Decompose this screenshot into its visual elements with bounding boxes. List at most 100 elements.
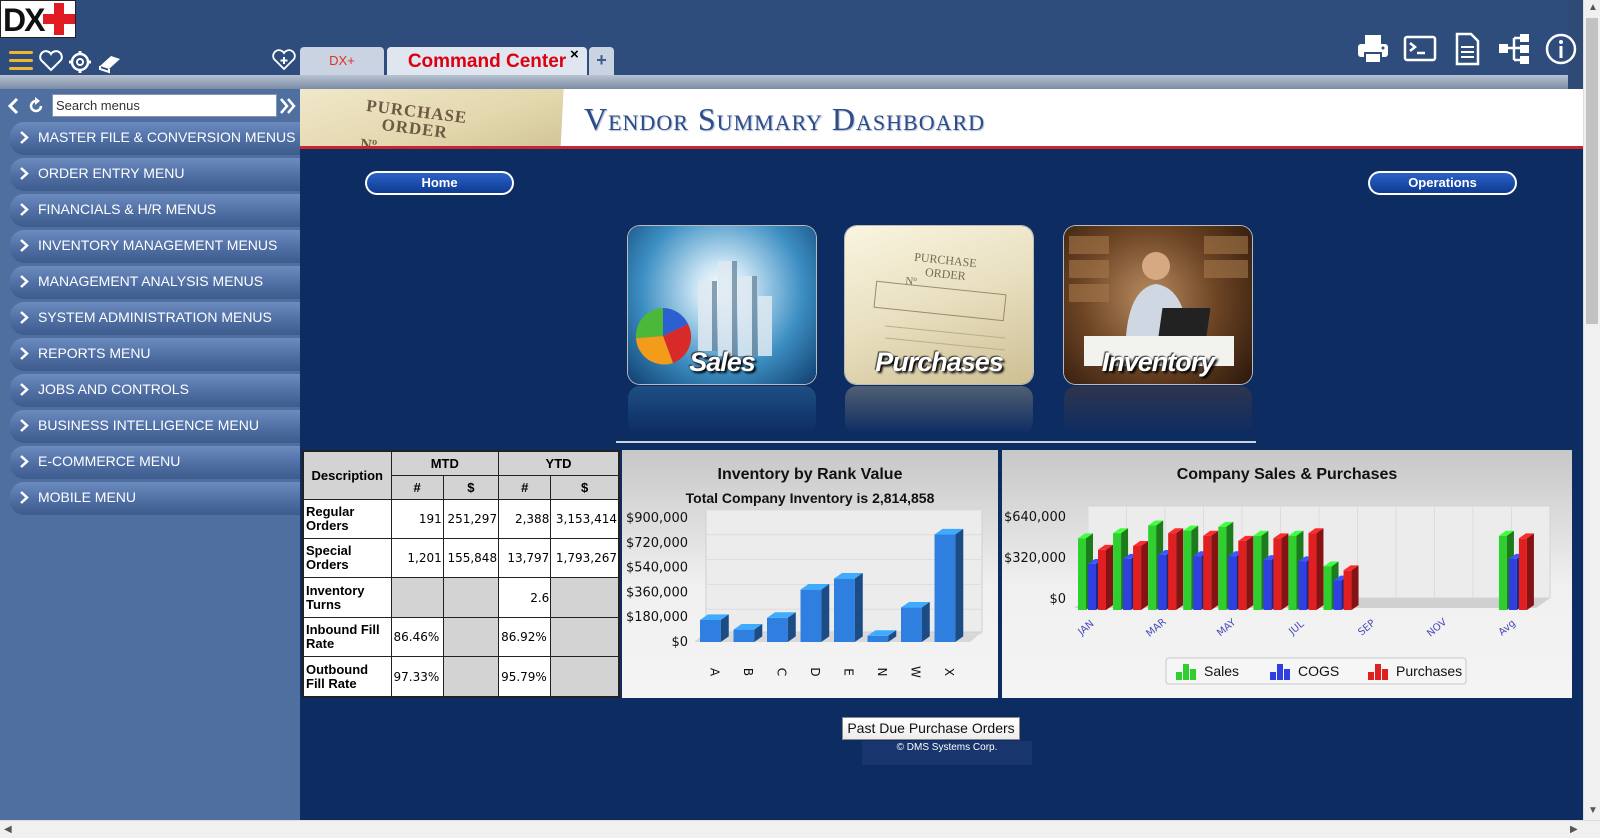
sidebar-menu-item[interactable]: MASTER FILE & CONVERSION MENUS <box>10 122 300 155</box>
mtd-count-cell: 97.33% <box>390 656 444 698</box>
x-tick-label: Avg <box>1497 618 1518 638</box>
scroll-up-arrow-icon[interactable]: ▲ <box>1588 2 1598 13</box>
operations-button[interactable]: Operations <box>1368 171 1517 195</box>
book-icon[interactable] <box>97 48 123 74</box>
add-tab-button[interactable]: + <box>589 47 614 75</box>
sidebar-menu-label: MASTER FILE & CONVERSION MENUS <box>38 129 296 145</box>
inventory-tile[interactable]: Inventory <box>1064 226 1252 384</box>
tab-dx-plus[interactable]: DX+ <box>300 47 384 75</box>
ytd-amount-cell <box>550 656 620 698</box>
sidebar-menu-label: MANAGEMENT ANALYSIS MENUS <box>38 273 264 289</box>
row-description: Special Orders <box>302 537 392 579</box>
mtd-count-cell: 191 <box>390 498 444 539</box>
sidebar-menu-label: MOBILE MENU <box>38 489 137 505</box>
tab-command-center[interactable]: Command Center <box>387 47 587 75</box>
sidebar-menu-item[interactable]: MANAGEMENT ANALYSIS MENUS <box>10 266 300 299</box>
ytd-count-cell: 95.79% <box>498 656 552 698</box>
header-ytd-count: # <box>498 474 552 500</box>
sidebar-menu-item[interactable]: ORDER ENTRY MENU <box>10 158 300 191</box>
chart-bar <box>1098 544 1113 610</box>
sales-tile[interactable]: Sales <box>628 226 816 384</box>
back-arrow-icon[interactable] <box>7 97 21 115</box>
dashboard-banner: PURCHASE ORDER Nº Vendor Summary Dashboa… <box>300 89 1583 149</box>
info-icon[interactable] <box>1544 32 1578 66</box>
mtd-count-cell: 86.46% <box>390 616 444 658</box>
chart-bar <box>834 573 863 642</box>
svg-text:ORDER: ORDER <box>924 265 966 283</box>
vertical-scroll-thumb[interactable] <box>1586 18 1598 324</box>
mtd-amount-cell <box>442 577 500 618</box>
horizontal-scrollbar[interactable]: ◀ ▶ <box>0 820 1600 838</box>
header-mtd: MTD <box>390 450 500 476</box>
sidebar-menu-item[interactable]: BUSINESS INTELLIGENCE MENU <box>10 410 300 443</box>
sidebar-menu-item[interactable]: JOBS AND CONTROLS <box>10 374 300 407</box>
purchases-tile-reflection <box>845 386 1033 434</box>
printer-icon[interactable] <box>1356 32 1390 66</box>
chevron-right-icon <box>20 491 29 504</box>
scroll-down-arrow-icon[interactable]: ▼ <box>1588 805 1598 816</box>
sidebar-menu-label: JOBS AND CONTROLS <box>38 381 189 397</box>
x-tick-label: D <box>808 667 822 676</box>
sidebar-menu-label: FINANCIALS & H/R MENUS <box>38 201 217 217</box>
x-tick-label: NOV <box>1425 617 1449 640</box>
x-tick-label: SEP <box>1356 618 1377 638</box>
sidebar-menu-item[interactable]: FINANCIALS & H/R MENUS <box>10 194 300 227</box>
sidebar-menu-item[interactable]: SYSTEM ADMINISTRATION MENUS <box>10 302 300 335</box>
copyright-text: © DMS Systems Corp. <box>862 741 1032 765</box>
chart-bar <box>1133 541 1149 610</box>
refresh-icon[interactable] <box>27 97 45 115</box>
vertical-scrollbar[interactable]: ▲ ▼ <box>1583 0 1600 820</box>
heart-icon[interactable] <box>38 48 64 74</box>
logo-text: DX <box>3 2 45 38</box>
search-menus-input[interactable] <box>52 94 277 117</box>
sidebar-menu-label: REPORTS MENU <box>38 345 151 361</box>
gear-icon[interactable] <box>67 48 93 74</box>
section-divider <box>616 441 1256 443</box>
table-row: Inventory Turns 2.6 <box>302 577 620 618</box>
expand-sidebar-icon[interactable] <box>278 96 298 116</box>
chart-bar <box>1343 565 1359 610</box>
chevron-right-icon <box>20 167 29 180</box>
x-tick-label: MAR <box>1144 617 1168 640</box>
past-due-purchase-orders-button[interactable]: Past Due Purchase Orders <box>842 717 1020 740</box>
home-button[interactable]: Home <box>365 171 514 195</box>
sidebar-menu-item[interactable]: REPORTS MENU <box>10 338 300 371</box>
sales-purchases-chart: Company Sales & Purchases $640,000 $320,0… <box>1002 450 1572 698</box>
sidebar-menu-label: BUSINESS INTELLIGENCE MENU <box>38 417 259 433</box>
scroll-right-arrow-icon[interactable]: ▶ <box>1570 824 1578 835</box>
hamburger-menu-icon[interactable] <box>8 48 34 74</box>
chevron-right-icon <box>20 311 29 324</box>
row-description: Regular Orders <box>302 498 392 539</box>
x-tick-label: B <box>741 668 755 676</box>
add-favorite-icon[interactable] <box>272 48 298 74</box>
y-tick-label: $540,000 <box>626 561 688 576</box>
header-mtd-count: # <box>390 474 444 500</box>
page-title: Vendor Summary Dashboard <box>584 101 986 137</box>
ytd-count-cell: 86.92% <box>498 616 552 658</box>
x-tick-label: MAY <box>1215 617 1239 639</box>
vendor-kpi-table: Description MTD YTD # $ # $ Regular Orde… <box>302 450 620 698</box>
table-row: Special Orders 1,201 155,848 13,797 1,79… <box>302 537 620 579</box>
home-button-label: Home <box>367 173 512 193</box>
tab-close-icon[interactable]: × <box>570 46 579 63</box>
inventory-tile-label: Inventory <box>1101 347 1216 377</box>
sidebar-menu-item[interactable]: MOBILE MENU <box>10 482 300 515</box>
header-ytd: YTD <box>498 450 620 476</box>
sidebar-menu-item[interactable]: INVENTORY MANAGEMENT MENUS <box>10 230 300 263</box>
sitemap-icon[interactable] <box>1497 32 1531 66</box>
mtd-amount-cell: 251,297 <box>442 498 500 539</box>
mtd-amount-cell: 155,848 <box>442 537 500 579</box>
chart-bar <box>1518 533 1534 610</box>
ytd-amount-cell: 3,153,414 <box>550 498 620 539</box>
sidebar-menu-item[interactable]: E-COMMERCE MENU <box>10 446 300 479</box>
ytd-amount-cell <box>550 616 620 658</box>
terminal-icon[interactable] <box>1403 32 1437 66</box>
scroll-left-arrow-icon[interactable]: ◀ <box>4 824 12 835</box>
y-tick-label: $0 <box>1049 592 1066 607</box>
document-icon[interactable] <box>1450 32 1484 66</box>
mtd-count-cell <box>390 577 444 618</box>
purchases-tile[interactable]: PURCHASE ORDER Nº Purchases <box>845 226 1033 384</box>
purchases-tile-label: Purchases <box>875 347 1004 377</box>
chevron-right-icon <box>20 275 29 288</box>
legend-label: COGS <box>1298 663 1339 679</box>
